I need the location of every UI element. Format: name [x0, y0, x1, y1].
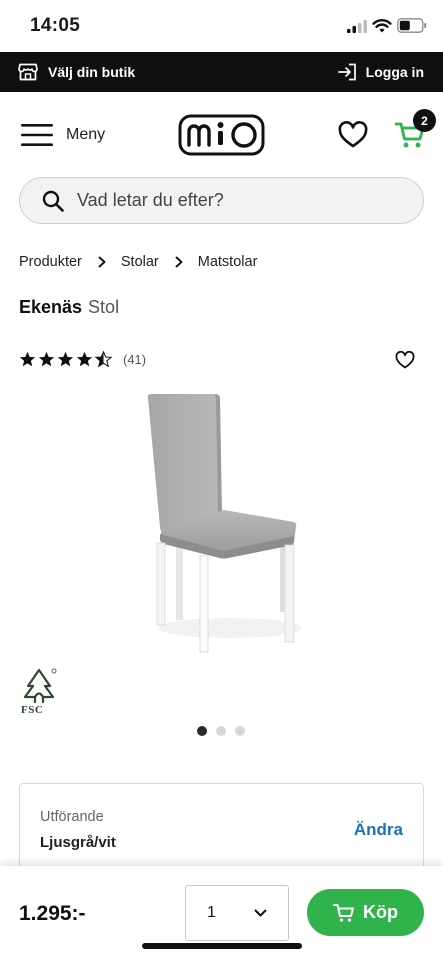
quantity-value: 1 [207, 904, 216, 921]
home-indicator [142, 943, 302, 949]
choose-store-button[interactable]: Välj din butik [18, 52, 135, 92]
star-full-icon [76, 351, 93, 367]
status-bar: 14:05 [0, 0, 443, 52]
fsc-label: FSC [21, 704, 44, 716]
product-type: Stol [88, 297, 120, 317]
login-button[interactable]: Logga in [337, 52, 424, 92]
cart-icon [333, 903, 354, 922]
cellular-signal-icon [347, 20, 367, 33]
store-icon [18, 63, 38, 81]
login-icon [337, 63, 356, 81]
product-price: 1.295:- [19, 902, 86, 925]
menu-label: Meny [66, 126, 106, 143]
product-rating[interactable]: (41) [19, 351, 146, 368]
variant-value: Ljusgrå/vit [40, 834, 116, 851]
status-time: 14:05 [30, 15, 81, 36]
variant-selector-card[interactable]: Utförande Ljusgrå/vit Ändra [19, 783, 424, 873]
breadcrumb-item-matstolar[interactable]: Matstolar [198, 254, 258, 270]
star-full-icon [38, 351, 55, 367]
star-full-icon [57, 351, 74, 367]
product-name: Ekenäs [19, 297, 83, 317]
product-title: Ekenäs Stol [19, 297, 119, 318]
chevron-right-icon [98, 256, 106, 268]
change-variant-link[interactable]: Ändra [354, 820, 403, 840]
carousel-dot[interactable] [216, 726, 226, 736]
mio-logo[interactable] [178, 114, 265, 156]
hamburger-icon [21, 124, 53, 146]
search-bar[interactable] [19, 177, 424, 224]
carousel-dot[interactable] [235, 726, 245, 736]
menu-button[interactable]: Meny [21, 121, 105, 149]
breadcrumb-item-produkter[interactable]: Produkter [19, 254, 82, 270]
login-label: Logga in [365, 64, 424, 80]
review-count: (41) [123, 352, 147, 367]
choose-store-label: Välj din butik [48, 64, 136, 80]
chevron-down-icon [254, 909, 267, 916]
variant-label: Utförande [40, 809, 104, 825]
rating-stars [19, 351, 112, 368]
site-header: Meny 2 [0, 92, 443, 178]
buy-label: Köp [363, 902, 398, 922]
fsc-tree-icon [23, 668, 57, 704]
purchase-bar: 1.295:- 1 Köp [0, 866, 443, 960]
star-half-icon [95, 351, 112, 368]
favorite-heart-icon[interactable] [395, 351, 415, 369]
wifi-icon [372, 19, 392, 33]
wishlist-heart-icon[interactable] [338, 121, 368, 149]
battery-icon [397, 18, 427, 33]
search-input[interactable] [77, 190, 397, 211]
product-image-chair[interactable] [140, 390, 310, 660]
breadcrumb: Produkter Stolar Matstolar [19, 254, 257, 270]
top-utility-bar: Välj din butik Logga in [0, 52, 443, 92]
quantity-select[interactable]: 1 [185, 885, 289, 941]
fsc-certification-logo: FSC [20, 668, 60, 718]
carousel-dot[interactable] [197, 726, 207, 736]
image-carousel-dots [197, 726, 245, 736]
star-full-icon [19, 351, 36, 367]
buy-button[interactable]: Köp [307, 889, 424, 936]
breadcrumb-item-stolar[interactable]: Stolar [121, 254, 159, 270]
search-icon [42, 190, 64, 212]
chevron-right-icon [175, 256, 183, 268]
cart-count-badge: 2 [413, 109, 436, 132]
